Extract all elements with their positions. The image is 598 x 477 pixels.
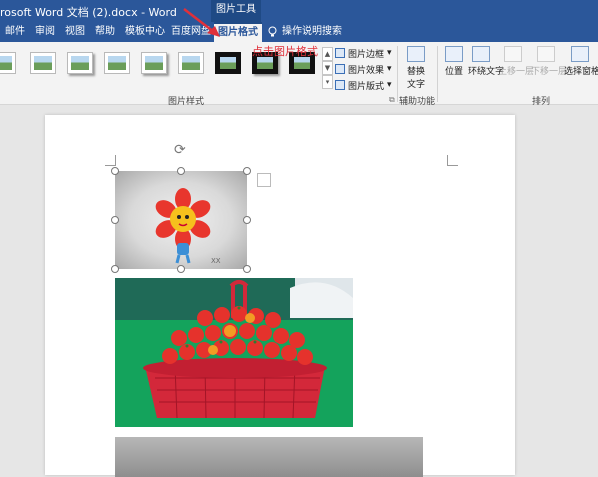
picture-style-thumbnail[interactable] bbox=[0, 52, 16, 74]
third-image-partial[interactable] bbox=[115, 437, 423, 477]
resize-handle[interactable] bbox=[177, 265, 185, 273]
selection-pane-button[interactable]: 选择窗格 bbox=[564, 46, 598, 77]
selection-pane-icon bbox=[571, 46, 589, 62]
layout-options-icon[interactable] bbox=[257, 173, 271, 187]
selected-cartoon-image[interactable]: XX bbox=[115, 171, 247, 269]
picture-border-icon bbox=[335, 48, 345, 58]
resize-handle[interactable] bbox=[243, 216, 251, 224]
tab-help[interactable]: 帮助 bbox=[95, 22, 115, 42]
gallery-more-icon[interactable]: ▾ bbox=[322, 75, 333, 89]
dialog-launcher-icon[interactable]: ⧉ bbox=[389, 95, 395, 105]
gallery-up-icon[interactable]: ▲ bbox=[322, 47, 333, 61]
position-icon bbox=[445, 46, 463, 62]
picture-style-thumbnail[interactable] bbox=[67, 52, 93, 74]
resize-handle[interactable] bbox=[243, 265, 251, 273]
wrap-text-icon bbox=[472, 46, 490, 62]
resize-handle[interactable] bbox=[111, 265, 119, 273]
rotate-handle-icon[interactable]: ⟳ bbox=[174, 142, 186, 158]
picture-style-thumbnail[interactable] bbox=[104, 52, 130, 74]
tab-mailings[interactable]: 邮件 bbox=[5, 22, 25, 42]
group-divider bbox=[397, 46, 398, 102]
picture-layout-icon bbox=[335, 80, 345, 90]
annotation-arrow bbox=[183, 8, 220, 37]
send-backward-button[interactable]: 下移一层 bbox=[531, 46, 567, 77]
margin-corner-mark bbox=[447, 155, 458, 166]
group-divider bbox=[437, 46, 438, 102]
bring-forward-icon bbox=[504, 46, 522, 62]
gallery-down-icon[interactable]: ▼ bbox=[322, 61, 333, 75]
tomato-basket-image[interactable] bbox=[115, 278, 353, 427]
wrap-text-button[interactable]: 环绕文字 bbox=[468, 46, 504, 77]
svg-text:XX: XX bbox=[211, 257, 221, 265]
tab-review[interactable]: 审阅 bbox=[35, 22, 55, 42]
picture-style-thumbnail[interactable] bbox=[178, 52, 204, 74]
resize-handle[interactable] bbox=[111, 167, 119, 175]
resize-handle[interactable] bbox=[111, 216, 119, 224]
title-bar: rosoft Word 文档 (2).docx - Word 图片工具 bbox=[0, 0, 598, 22]
resize-handle[interactable] bbox=[177, 167, 185, 175]
annotation-text: 点击图片格式 bbox=[252, 45, 318, 58]
resize-handle[interactable] bbox=[243, 167, 251, 175]
picture-style-thumbnail[interactable] bbox=[215, 52, 241, 74]
picture-style-thumbnail[interactable] bbox=[30, 52, 56, 74]
send-backward-icon bbox=[537, 46, 555, 62]
tomato-basket-photo bbox=[115, 278, 353, 427]
search-label: 操作说明搜索 bbox=[282, 26, 342, 37]
picture-border-button[interactable]: 图片边框 ▾ bbox=[335, 46, 392, 60]
alt-text-button[interactable]: 替换 文字 bbox=[403, 46, 429, 90]
window-title: rosoft Word 文档 (2).docx - Word bbox=[0, 6, 177, 19]
ribbon-tab-bar: 邮件 审阅 视图 帮助 模板中心 百度网盘 图片格式 操作说明搜索 bbox=[0, 22, 598, 42]
picture-effects-icon bbox=[335, 64, 345, 74]
position-button[interactable]: 位置 bbox=[444, 46, 464, 77]
picture-style-thumbnail[interactable] bbox=[141, 52, 167, 74]
tell-me-search[interactable]: 操作说明搜索 bbox=[268, 22, 342, 42]
picture-layout-button[interactable]: 图片版式 ▾ bbox=[335, 78, 392, 92]
tab-view[interactable]: 视图 bbox=[65, 22, 85, 42]
flower-cartoon-icon: XX bbox=[155, 188, 221, 265]
margin-corner-mark bbox=[105, 155, 116, 166]
bring-forward-button[interactable]: 上移一层 bbox=[498, 46, 534, 77]
picture-effects-button[interactable]: 图片效果 ▾ bbox=[335, 62, 392, 76]
document-canvas: ⟳ XX bbox=[0, 105, 598, 477]
lightbulb-icon bbox=[268, 26, 277, 37]
alt-text-icon bbox=[407, 46, 425, 62]
tab-template-center[interactable]: 模板中心 bbox=[125, 22, 165, 42]
document-page[interactable]: ⟳ XX bbox=[45, 115, 515, 477]
